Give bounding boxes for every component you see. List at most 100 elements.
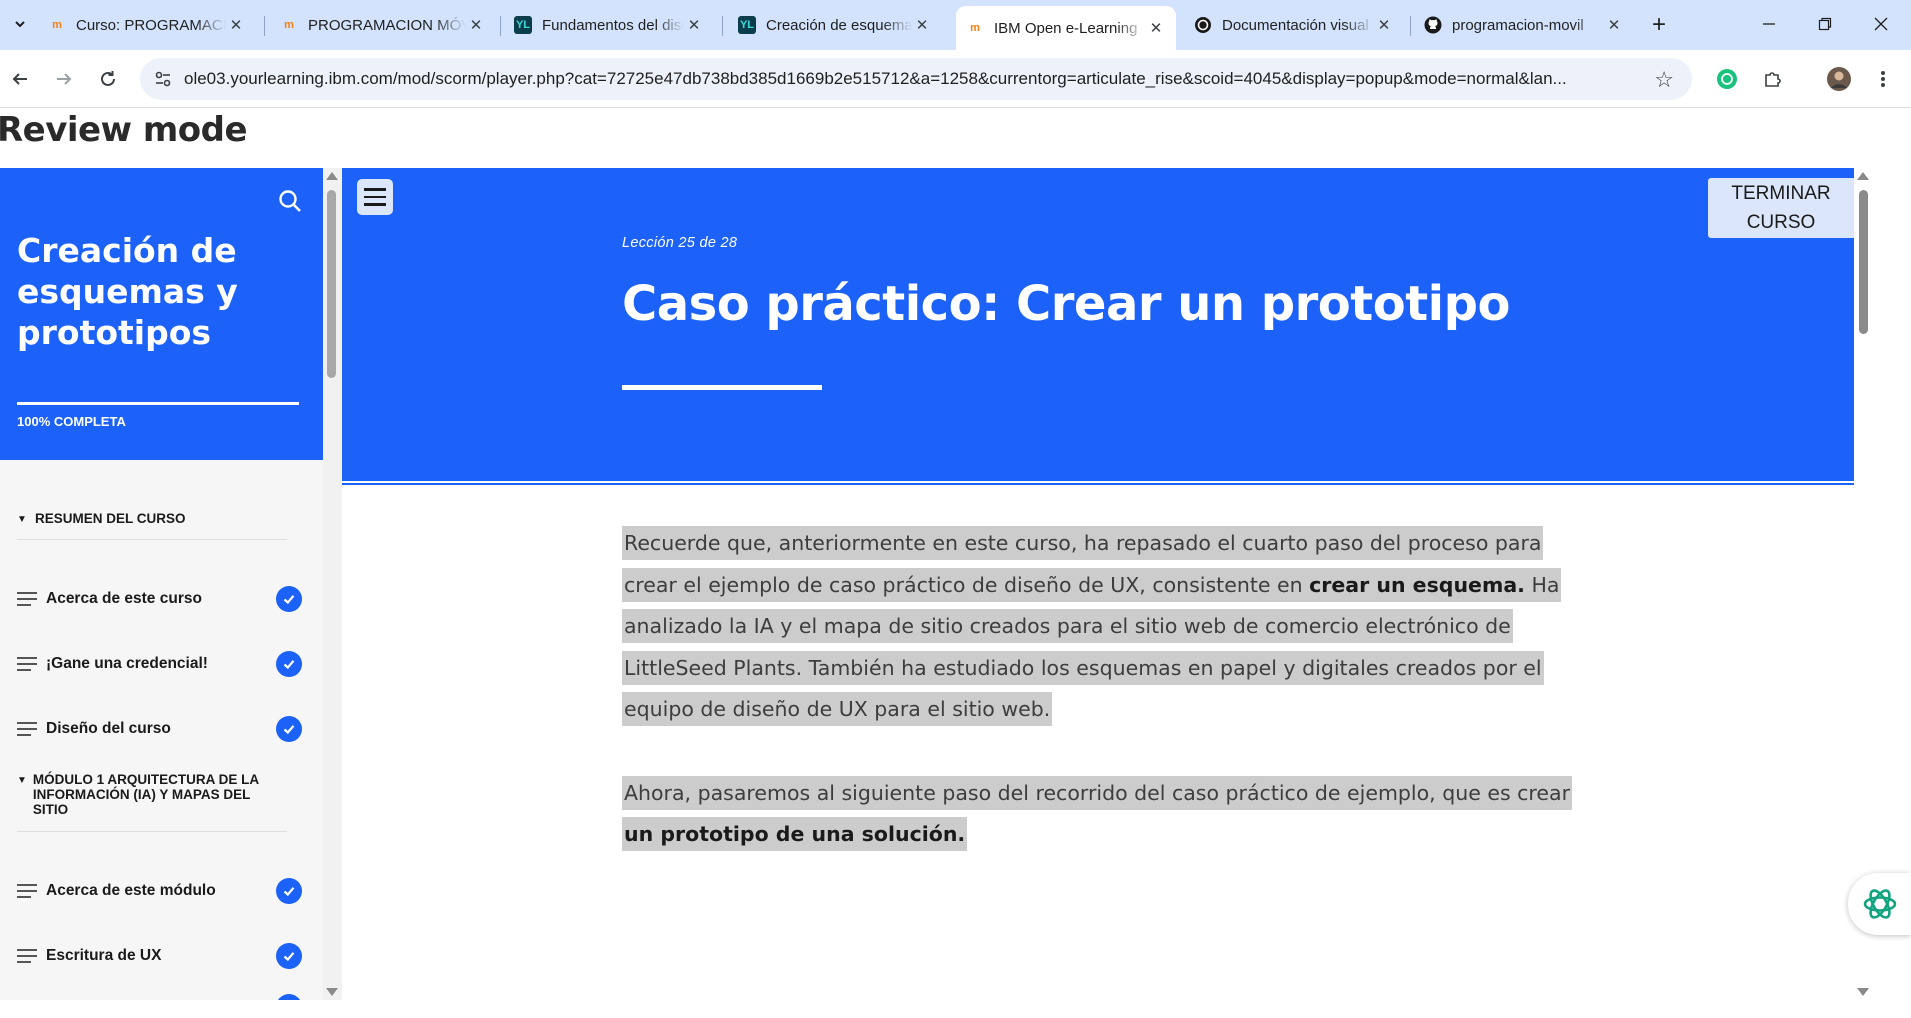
paragraph-bold-text: crear un esquema. xyxy=(1309,572,1525,597)
title-underline xyxy=(622,385,822,390)
sidebar-item-next[interactable] xyxy=(17,992,302,1000)
lesson-paragraph-2: Ahora, pasaremos al siguiente paso del r… xyxy=(622,773,1582,856)
address-bar[interactable]: ole03.yourlearning.ibm.com/mod/scorm/pla… xyxy=(140,58,1692,100)
close-tab-icon[interactable]: ✕ xyxy=(226,16,246,34)
tab-divider xyxy=(500,16,501,36)
close-tab-icon[interactable]: ✕ xyxy=(912,16,932,34)
tab-divider xyxy=(722,16,723,36)
course-progress-label: 100% COMPLETA xyxy=(17,414,126,429)
divider xyxy=(17,831,287,832)
restore-icon[interactable] xyxy=(1802,8,1848,40)
yourlearning-icon: YL xyxy=(514,16,532,34)
tab-label: Fundamentos del diseño xyxy=(542,16,684,34)
close-tab-icon[interactable]: ✕ xyxy=(1604,16,1624,34)
tab-programacion-movil[interactable]: m PROGRAMACION MÓVIL ✕ xyxy=(270,8,496,42)
tab-label: Creación de esquemas xyxy=(766,16,912,34)
tab-documentacion-visual[interactable]: Documentación visual ✕ xyxy=(1184,8,1404,42)
tab-creacion-esquemas[interactable]: YL Creación de esquemas ✕ xyxy=(728,8,942,42)
close-tab-icon[interactable]: ✕ xyxy=(1146,19,1166,37)
scroll-up-arrow-icon[interactable] xyxy=(326,172,338,180)
more-menu-icon[interactable] xyxy=(1868,64,1898,94)
highlighted-text: Ahora, pasaremos al siguiente paso del r… xyxy=(622,775,1572,851)
section-title: MÓDULO 1 ARQUITECTURA DE LA INFORMACIÓN … xyxy=(32,772,259,817)
lesson-lines-icon xyxy=(17,722,37,736)
sidebar-header: Creación de esquemas y prototipos 100% C… xyxy=(0,168,323,460)
lesson-paragraph-1: Recuerde que, anteriormente en este curs… xyxy=(622,523,1582,731)
sidebar-item-acerca-modulo[interactable]: Acerca de este módulo xyxy=(17,876,302,906)
yourlearning-icon: YL xyxy=(738,16,756,34)
lesson-body: Recuerde que, anteriormente en este curs… xyxy=(622,523,1582,898)
lesson-header: TERMINAR CURSO Lección 25 de 28 Caso prá… xyxy=(342,168,1854,481)
divider xyxy=(17,539,287,540)
menu-hamburger-icon[interactable] xyxy=(357,179,393,215)
url-text: ole03.yourlearning.ibm.com/mod/scorm/pla… xyxy=(184,69,1567,88)
moodle-icon: m xyxy=(970,22,980,34)
sidebar-item-label: Acerca de este curso xyxy=(46,590,202,607)
caret-down-icon: ▼ xyxy=(17,775,27,786)
sidebar-item-escritura-ux[interactable]: Escritura de UX xyxy=(17,941,302,971)
search-icon[interactable] xyxy=(277,188,303,214)
lesson-lines-icon xyxy=(17,657,37,671)
scroll-up-arrow-icon[interactable] xyxy=(1857,172,1869,180)
section-header-resumen[interactable]: ▼ RESUMEN DEL CURSO xyxy=(17,511,287,527)
finish-course-button[interactable]: TERMINAR CURSO xyxy=(1708,178,1854,238)
minimize-icon[interactable] xyxy=(1746,8,1792,40)
highlighted-text: Recuerde que, anteriormente en este curs… xyxy=(622,526,1562,726)
check-icon xyxy=(276,716,302,742)
close-window-icon[interactable] xyxy=(1858,8,1904,40)
tab-fundamentos[interactable]: YL Fundamentos del diseño ✕ xyxy=(504,8,714,42)
tab-label: Curso: PROGRAMACIÓN xyxy=(76,16,226,34)
sidebar-item-diseno-curso[interactable]: Diseño del curso xyxy=(17,714,302,744)
sidebar-lesson-list: ▼ RESUMEN DEL CURSO Acerca de este curso… xyxy=(0,460,323,1000)
lesson-title: Caso práctico: Crear un prototipo xyxy=(622,276,1510,332)
tab-curso-programacion[interactable]: m Curso: PROGRAMACIÓN ✕ xyxy=(38,8,256,42)
forward-arrow-icon[interactable] xyxy=(48,63,80,95)
sidebar-item-label: Diseño del curso xyxy=(46,720,171,737)
scrollbar-thumb[interactable] xyxy=(1859,190,1868,334)
chatgpt-assistant-icon[interactable] xyxy=(1848,873,1911,935)
close-tab-icon[interactable]: ✕ xyxy=(466,16,486,34)
tab-strip: m Curso: PROGRAMACIÓN ✕ m PROGRAMACION M… xyxy=(0,0,1911,50)
extensions-puzzle-icon[interactable] xyxy=(1758,64,1788,94)
tab-label: Documentación visual xyxy=(1222,16,1369,34)
sidebar-item-label: ¡Gane una credencial! xyxy=(46,655,208,672)
tab-search-chevron-icon[interactable] xyxy=(6,10,34,38)
paragraph-text: Ahora, pasaremos al siguiente paso del r… xyxy=(624,780,1570,805)
tab-ibm-open-elearning[interactable]: m IBM Open e-Learning ✕ xyxy=(956,6,1176,50)
back-arrow-icon[interactable] xyxy=(4,63,36,95)
browser-toolbar: ole03.yourlearning.ibm.com/mod/scorm/pla… xyxy=(0,50,1911,108)
bookmark-star-icon[interactable]: ☆ xyxy=(1654,67,1674,93)
chatgpt-extension-icon[interactable] xyxy=(1712,64,1742,94)
moodle-icon: m xyxy=(52,19,62,31)
tab-label: IBM Open e-Learning xyxy=(994,19,1138,37)
section-header-modulo-1[interactable]: ▼ MÓDULO 1 ARQUITECTURA DE LA INFORMACIÓ… xyxy=(17,772,277,817)
sidebar-scrollbar[interactable] xyxy=(323,168,342,1000)
sidebar-item-credencial[interactable]: ¡Gane una credencial! xyxy=(17,649,302,679)
tab-github-programacion-movil[interactable]: programacion-movil ✕ xyxy=(1414,8,1634,42)
site-settings-icon[interactable] xyxy=(146,69,180,89)
sidebar-item-label: Acerca de este módulo xyxy=(46,882,216,899)
github-icon xyxy=(1424,16,1442,34)
scroll-down-arrow-icon[interactable] xyxy=(326,988,338,996)
close-tab-icon[interactable]: ✕ xyxy=(684,16,704,34)
scrollbar-thumb[interactable] xyxy=(327,190,336,378)
lesson-counter: Lección 25 de 28 xyxy=(622,235,738,251)
lesson-content: TERMINAR CURSO Lección 25 de 28 Caso prá… xyxy=(342,168,1854,1000)
openai-icon xyxy=(1194,16,1212,34)
check-icon xyxy=(276,878,302,904)
tab-divider xyxy=(264,16,265,36)
scroll-down-arrow-icon[interactable] xyxy=(1857,988,1869,996)
new-tab-button[interactable]: + xyxy=(1644,10,1674,40)
check-icon xyxy=(276,651,302,677)
tab-divider xyxy=(1410,16,1411,36)
profile-avatar-icon[interactable] xyxy=(1824,64,1854,94)
lesson-lines-icon xyxy=(17,949,37,963)
close-tab-icon[interactable]: ✕ xyxy=(1374,16,1394,34)
sidebar-item-label: Escritura de UX xyxy=(46,947,162,964)
section-title: RESUMEN DEL CURSO xyxy=(35,511,186,526)
caret-down-icon: ▼ xyxy=(17,514,27,525)
check-icon xyxy=(276,586,302,612)
check-icon xyxy=(276,943,302,969)
sidebar-item-acerca-curso[interactable]: Acerca de este curso xyxy=(17,584,302,614)
reload-icon[interactable] xyxy=(92,63,124,95)
